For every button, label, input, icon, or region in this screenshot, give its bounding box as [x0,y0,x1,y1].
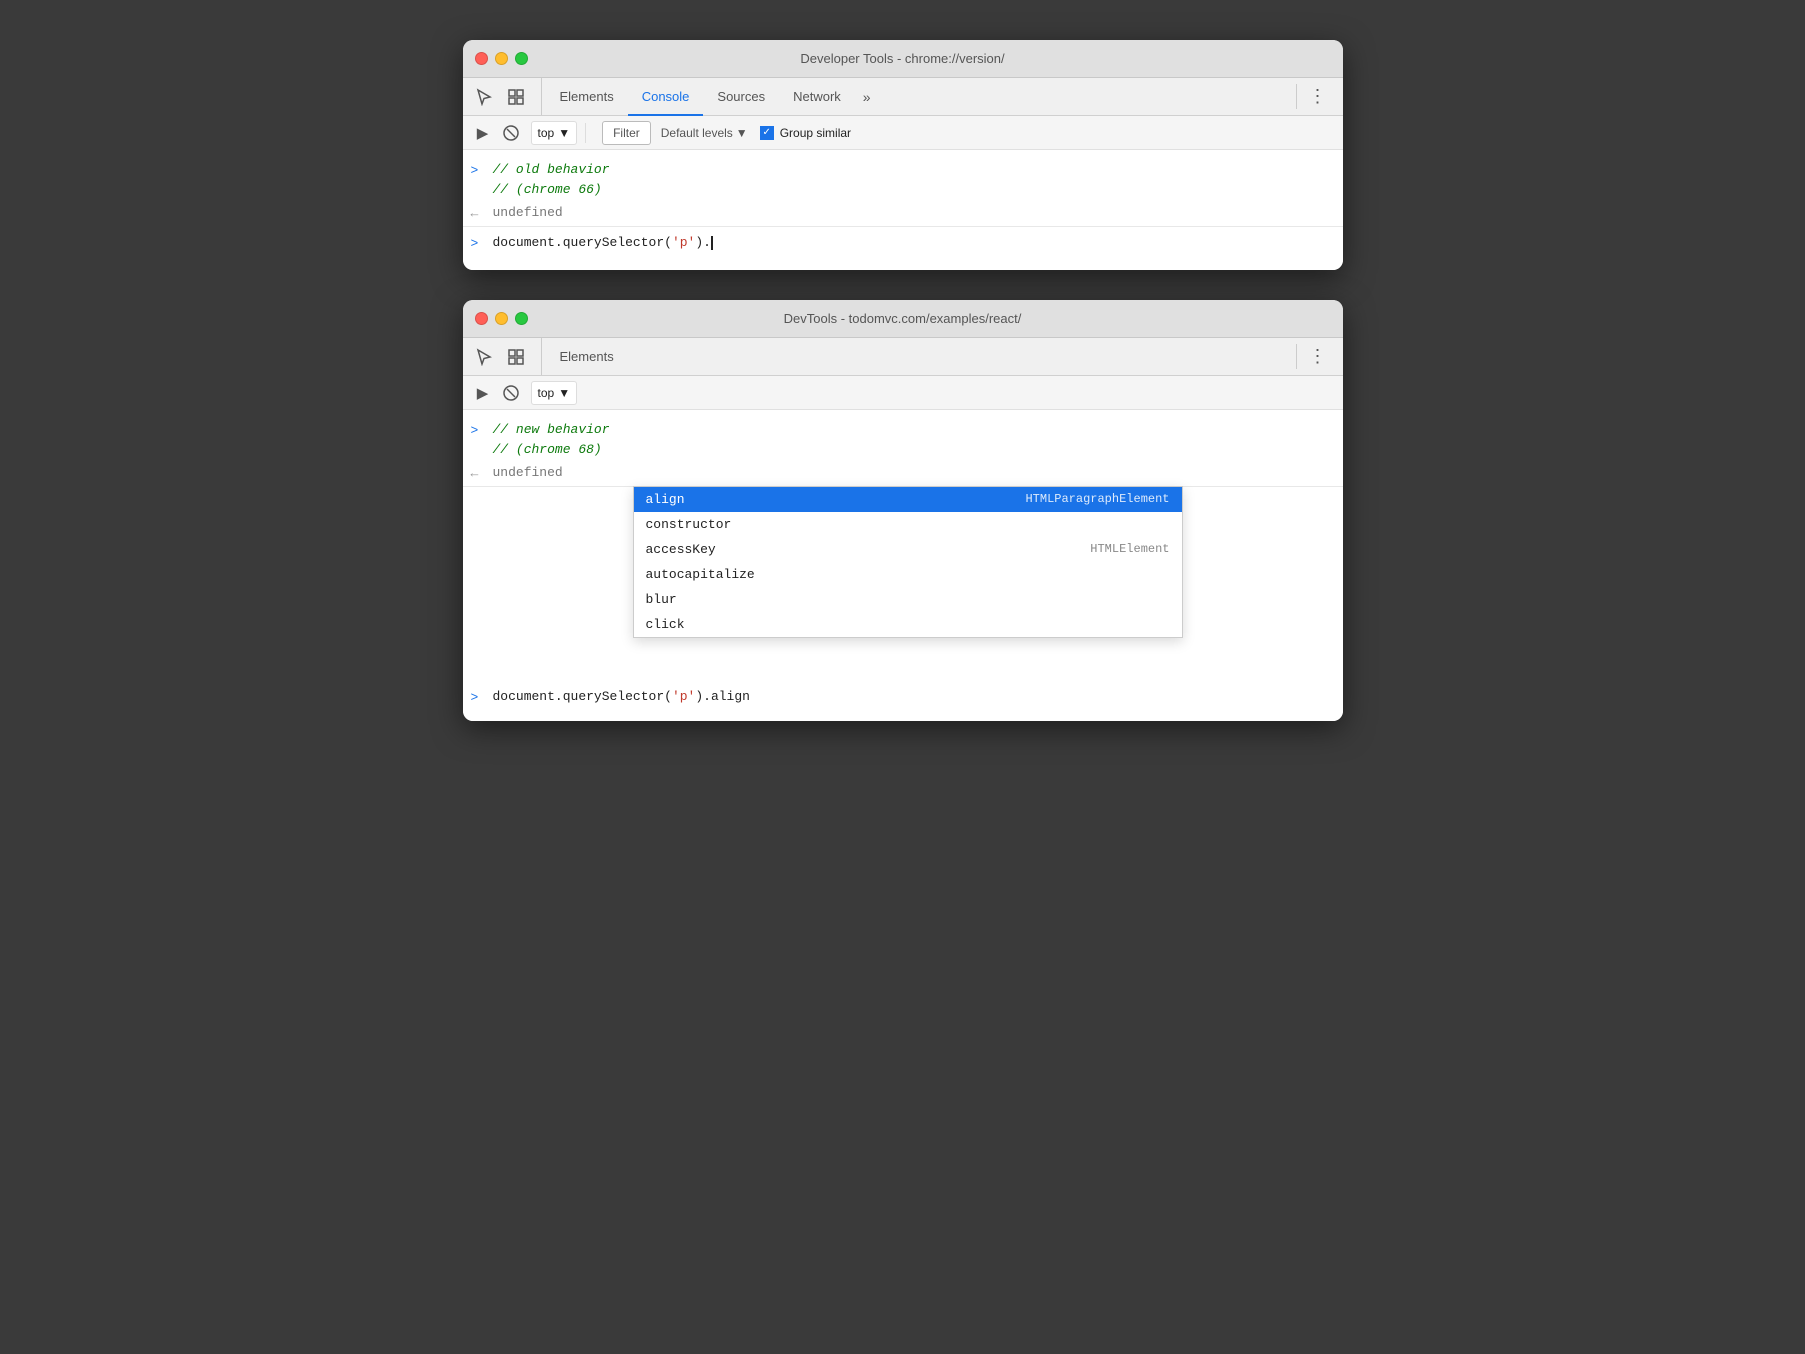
window-title-1: Developer Tools - chrome://version/ [800,51,1004,66]
close-button-2[interactable] [475,312,488,325]
ac-label: autocapitalize [646,567,755,582]
devtools-menu-button-1[interactable]: ⋮ [1301,78,1335,115]
toolbar-sep-1 [585,123,586,143]
filter-area-1: Filter [602,121,651,145]
ac-item-autocapitalize[interactable]: autocapitalize [634,562,1182,587]
tab-bar-2: Elements ⋮ [463,338,1343,376]
clear-button-1[interactable] [499,121,523,145]
minimize-button-2[interactable] [495,312,508,325]
input-arrow-1: > [471,160,485,181]
ac-type: HTMLElement [1090,542,1169,556]
console-output-1: ← undefined [463,201,1343,226]
maximize-button[interactable] [515,52,528,65]
ac-label: align [646,492,685,507]
console-toolbar-2: ▶ top ▼ [463,376,1343,410]
devtools-window-2: DevTools - todomvc.com/examples/react/ E… [463,300,1343,721]
tab-sources-1[interactable]: Sources [703,78,779,116]
input-text-2: document.querySelector('p').align [493,687,750,707]
code-block-2: // new behavior // (chrome 68) [493,420,610,459]
console-toolbar-1: ▶ top ▼ Filter Default levels ▼ ✓ Group … [463,116,1343,150]
autocomplete-dropdown: align HTMLParagraphElement constructor a… [633,486,1183,638]
ac-type: HTMLParagraphElement [1025,492,1169,506]
tab-icons-2 [471,338,542,375]
default-levels-btn-1[interactable]: Default levels ▼ [661,126,748,140]
input-arrow-2: > [471,420,485,441]
check-icon: ✓ [762,127,770,138]
active-input-arrow-1: > [471,233,485,254]
devtools-window-1: Developer Tools - chrome://version/ Elem… [463,40,1343,270]
traffic-lights-2 [475,312,528,325]
tab-console-1[interactable]: Console [628,78,704,116]
tab-elements-2[interactable]: Elements [546,338,628,376]
title-bar-1: Developer Tools - chrome://version/ [463,40,1343,78]
ac-label: constructor [646,517,732,532]
group-similar-area-1: ✓ Group similar [760,126,851,140]
console-output-2: ← undefined [463,461,1343,486]
tab-separator-1 [1296,84,1297,109]
tab-spacer-2 [628,338,1292,375]
window-title-2: DevTools - todomvc.com/examples/react/ [784,311,1022,326]
filter-button-1[interactable]: Filter [602,121,651,145]
console-content-1: > // old behavior // (chrome 66) ← undef… [463,150,1343,270]
maximize-button-2[interactable] [515,312,528,325]
title-bar-2: DevTools - todomvc.com/examples/react/ [463,300,1343,338]
autocomplete-container: align HTMLParagraphElement constructor a… [463,486,1343,714]
more-tabs-button-1[interactable]: » [855,78,879,115]
cursor-icon[interactable] [471,84,497,110]
active-input-arrow-2: > [471,687,485,708]
tab-bar-1: Elements Console Sources Network » ⋮ [463,78,1343,116]
ac-item-click[interactable]: click [634,612,1182,637]
code-block-1: // old behavior // (chrome 66) [493,160,610,199]
output-value-2: undefined [493,463,563,483]
tab-network-1[interactable]: Network [779,78,855,116]
ac-label: accessKey [646,542,716,557]
tab-separator-2 [1296,344,1297,369]
console-active-input-1[interactable]: > document.querySelector('p'). [463,226,1343,260]
output-arrow-1: ← [471,203,485,224]
ac-item-constructor[interactable]: constructor [634,512,1182,537]
group-similar-checkbox-1[interactable]: ✓ [760,126,774,140]
context-selector-2[interactable]: top ▼ [531,381,578,405]
console-line-1: > // old behavior // (chrome 66) [463,158,1343,201]
ac-item-align[interactable]: align HTMLParagraphElement [634,487,1182,512]
tab-icons-1 [471,78,542,115]
cursor-icon-2[interactable] [471,344,497,370]
inspect-icon-2[interactable] [503,344,529,370]
tab-spacer-1 [879,78,1292,115]
tab-elements-1[interactable]: Elements [546,78,628,116]
ac-label: blur [646,592,677,607]
console-line-2: > // new behavior // (chrome 68) [463,418,1343,461]
traffic-lights-1 [475,52,528,65]
ac-item-blur[interactable]: blur [634,587,1182,612]
ac-item-accesskey[interactable]: accessKey HTMLElement [634,537,1182,562]
run-button-2[interactable]: ▶ [471,381,495,405]
output-value-1: undefined [493,203,563,223]
context-selector-1[interactable]: top ▼ [531,121,578,145]
minimize-button[interactable] [495,52,508,65]
devtools-menu-button-2[interactable]: ⋮ [1301,338,1335,375]
clear-button-2[interactable] [499,381,523,405]
output-arrow-2: ← [471,463,485,484]
run-button-1[interactable]: ▶ [471,121,495,145]
close-button[interactable] [475,52,488,65]
chevron-down-icon: ▼ [736,126,748,140]
inspect-icon[interactable] [503,84,529,110]
ac-label: click [646,617,685,632]
console-content-2: > // new behavior // (chrome 68) ← undef… [463,410,1343,721]
